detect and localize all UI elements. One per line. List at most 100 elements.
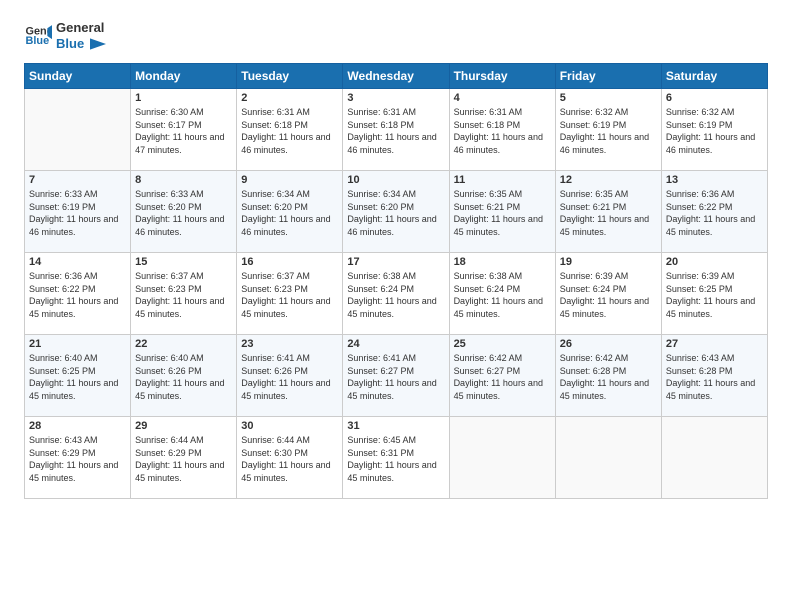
day-number: 20 <box>666 256 763 268</box>
calendar-cell: 31 Sunrise: 6:45 AMSunset: 6:31 PMDayligh… <box>343 417 449 499</box>
day-number: 22 <box>135 338 232 350</box>
calendar-cell: 2 Sunrise: 6:31 AMSunset: 6:18 PMDaylight… <box>237 89 343 171</box>
day-number: 12 <box>560 174 657 186</box>
calendar-cell: 23 Sunrise: 6:41 AMSunset: 6:26 PMDayligh… <box>237 335 343 417</box>
page: General Blue General Blue SundayMondayTu… <box>0 0 792 612</box>
calendar-cell: 29Sunrise: 6:44 AMSunset: 6:29 PMDayligh… <box>131 417 237 499</box>
day-info: Sunrise: 6:31 AMSunset: 6:18 PMDaylight:… <box>241 106 338 156</box>
day-info: Sunrise: 6:43 AMSunset: 6:29 PMDaylight:… <box>29 434 126 484</box>
calendar-cell: 26 Sunrise: 6:42 AMSunset: 6:28 PMDayligh… <box>555 335 661 417</box>
day-info: Sunrise: 6:37 AMSunset: 6:23 PMDaylight:… <box>241 270 338 320</box>
weekday-header-sunday: Sunday <box>25 64 131 89</box>
calendar-cell: 18Sunrise: 6:38 AMSunset: 6:24 PMDayligh… <box>449 253 555 335</box>
calendar-cell <box>25 89 131 171</box>
day-number: 15 <box>135 256 232 268</box>
calendar-cell: 27Sunrise: 6:43 AMSunset: 6:28 PMDayligh… <box>661 335 767 417</box>
calendar-cell: 9 Sunrise: 6:34 AMSunset: 6:20 PMDaylight… <box>237 171 343 253</box>
day-info: Sunrise: 6:42 AMSunset: 6:27 PMDaylight:… <box>454 352 551 402</box>
day-number: 23 <box>241 338 338 350</box>
day-info: Sunrise: 6:42 AMSunset: 6:28 PMDaylight:… <box>560 352 657 402</box>
calendar-cell <box>449 417 555 499</box>
calendar-cell: 14 Sunrise: 6:36 AMSunset: 6:22 PMDayligh… <box>25 253 131 335</box>
day-number: 9 <box>241 174 338 186</box>
day-number: 8 <box>135 174 232 186</box>
day-info: Sunrise: 6:43 AMSunset: 6:28 PMDaylight:… <box>666 352 763 402</box>
calendar-cell: 19Sunrise: 6:39 AMSunset: 6:24 PMDayligh… <box>555 253 661 335</box>
day-info: Sunrise: 6:39 AMSunset: 6:25 PMDaylight:… <box>666 270 763 320</box>
day-info: Sunrise: 6:37 AMSunset: 6:23 PMDaylight:… <box>135 270 232 320</box>
day-number: 10 <box>347 174 444 186</box>
day-info: Sunrise: 6:31 AMSunset: 6:18 PMDaylight:… <box>347 106 444 156</box>
day-info: Sunrise: 6:41 AMSunset: 6:27 PMDaylight:… <box>347 352 444 402</box>
logo-general: General <box>56 20 106 36</box>
calendar-cell: 8 Sunrise: 6:33 AMSunset: 6:20 PMDaylight… <box>131 171 237 253</box>
day-info: Sunrise: 6:36 AMSunset: 6:22 PMDaylight:… <box>29 270 126 320</box>
weekday-header-thursday: Thursday <box>449 64 555 89</box>
calendar-cell: 3Sunrise: 6:31 AMSunset: 6:18 PMDaylight… <box>343 89 449 171</box>
day-number: 17 <box>347 256 444 268</box>
calendar-week-row: 1Sunrise: 6:30 AMSunset: 6:17 PMDaylight… <box>25 89 768 171</box>
header: General Blue General Blue <box>24 20 768 51</box>
calendar-cell: 13 Sunrise: 6:36 AMSunset: 6:22 PMDayligh… <box>661 171 767 253</box>
calendar-cell: 5 Sunrise: 6:32 AMSunset: 6:19 PMDaylight… <box>555 89 661 171</box>
calendar-cell: 6Sunrise: 6:32 AMSunset: 6:19 PMDaylight… <box>661 89 767 171</box>
day-info: Sunrise: 6:45 AMSunset: 6:31 PMDaylight:… <box>347 434 444 484</box>
day-number: 14 <box>29 256 126 268</box>
day-number: 31 <box>347 420 444 432</box>
day-info: Sunrise: 6:40 AMSunset: 6:25 PMDaylight:… <box>29 352 126 402</box>
logo: General Blue General Blue <box>24 20 106 51</box>
calendar-week-row: 21 Sunrise: 6:40 AMSunset: 6:25 PMDayligh… <box>25 335 768 417</box>
day-number: 2 <box>241 92 338 104</box>
day-number: 4 <box>454 92 551 104</box>
day-info: Sunrise: 6:40 AMSunset: 6:26 PMDaylight:… <box>135 352 232 402</box>
day-info: Sunrise: 6:31 AMSunset: 6:18 PMDaylight:… <box>454 106 551 156</box>
day-info: Sunrise: 6:33 AMSunset: 6:20 PMDaylight:… <box>135 188 232 238</box>
day-info: Sunrise: 6:30 AMSunset: 6:17 PMDaylight:… <box>135 106 232 156</box>
calendar-cell: 17 Sunrise: 6:38 AMSunset: 6:24 PMDayligh… <box>343 253 449 335</box>
day-number: 24 <box>347 338 444 350</box>
day-info: Sunrise: 6:44 AMSunset: 6:29 PMDaylight:… <box>135 434 232 484</box>
day-info: Sunrise: 6:41 AMSunset: 6:26 PMDaylight:… <box>241 352 338 402</box>
calendar-week-row: 14 Sunrise: 6:36 AMSunset: 6:22 PMDayligh… <box>25 253 768 335</box>
calendar-cell: 30 Sunrise: 6:44 AMSunset: 6:30 PMDayligh… <box>237 417 343 499</box>
day-number: 28 <box>29 420 126 432</box>
calendar-week-row: 28 Sunrise: 6:43 AMSunset: 6:29 PMDayligh… <box>25 417 768 499</box>
calendar-cell: 15 Sunrise: 6:37 AMSunset: 6:23 PMDayligh… <box>131 253 237 335</box>
calendar-cell: 24 Sunrise: 6:41 AMSunset: 6:27 PMDayligh… <box>343 335 449 417</box>
calendar-cell: 1Sunrise: 6:30 AMSunset: 6:17 PMDaylight… <box>131 89 237 171</box>
calendar-cell: 22 Sunrise: 6:40 AMSunset: 6:26 PMDayligh… <box>131 335 237 417</box>
day-info: Sunrise: 6:35 AMSunset: 6:21 PMDaylight:… <box>560 188 657 238</box>
calendar-cell: 7Sunrise: 6:33 AMSunset: 6:19 PMDaylight… <box>25 171 131 253</box>
day-number: 5 <box>560 92 657 104</box>
calendar-week-row: 7Sunrise: 6:33 AMSunset: 6:19 PMDaylight… <box>25 171 768 253</box>
calendar-cell <box>555 417 661 499</box>
weekday-header-wednesday: Wednesday <box>343 64 449 89</box>
day-info: Sunrise: 6:38 AMSunset: 6:24 PMDaylight:… <box>347 270 444 320</box>
day-number: 11 <box>454 174 551 186</box>
weekday-header-monday: Monday <box>131 64 237 89</box>
day-number: 26 <box>560 338 657 350</box>
day-info: Sunrise: 6:38 AMSunset: 6:24 PMDaylight:… <box>454 270 551 320</box>
calendar-cell <box>661 417 767 499</box>
day-info: Sunrise: 6:39 AMSunset: 6:24 PMDaylight:… <box>560 270 657 320</box>
calendar-cell: 25Sunrise: 6:42 AMSunset: 6:27 PMDayligh… <box>449 335 555 417</box>
day-number: 30 <box>241 420 338 432</box>
day-info: Sunrise: 6:34 AMSunset: 6:20 PMDaylight:… <box>241 188 338 238</box>
calendar-cell: 28 Sunrise: 6:43 AMSunset: 6:29 PMDayligh… <box>25 417 131 499</box>
calendar-cell: 21 Sunrise: 6:40 AMSunset: 6:25 PMDayligh… <box>25 335 131 417</box>
day-number: 16 <box>241 256 338 268</box>
day-info: Sunrise: 6:32 AMSunset: 6:19 PMDaylight:… <box>560 106 657 156</box>
calendar-cell: 20 Sunrise: 6:39 AMSunset: 6:25 PMDayligh… <box>661 253 767 335</box>
day-info: Sunrise: 6:33 AMSunset: 6:19 PMDaylight:… <box>29 188 126 238</box>
weekday-header-tuesday: Tuesday <box>237 64 343 89</box>
logo-blue: Blue <box>56 36 106 52</box>
day-number: 13 <box>666 174 763 186</box>
day-info: Sunrise: 6:34 AMSunset: 6:20 PMDaylight:… <box>347 188 444 238</box>
day-number: 21 <box>29 338 126 350</box>
logo-icon: General Blue <box>24 22 52 50</box>
calendar-cell: 10 Sunrise: 6:34 AMSunset: 6:20 PMDayligh… <box>343 171 449 253</box>
calendar-cell: 4 Sunrise: 6:31 AMSunset: 6:18 PMDaylight… <box>449 89 555 171</box>
day-info: Sunrise: 6:44 AMSunset: 6:30 PMDaylight:… <box>241 434 338 484</box>
day-info: Sunrise: 6:36 AMSunset: 6:22 PMDaylight:… <box>666 188 763 238</box>
calendar-cell: 12 Sunrise: 6:35 AMSunset: 6:21 PMDayligh… <box>555 171 661 253</box>
